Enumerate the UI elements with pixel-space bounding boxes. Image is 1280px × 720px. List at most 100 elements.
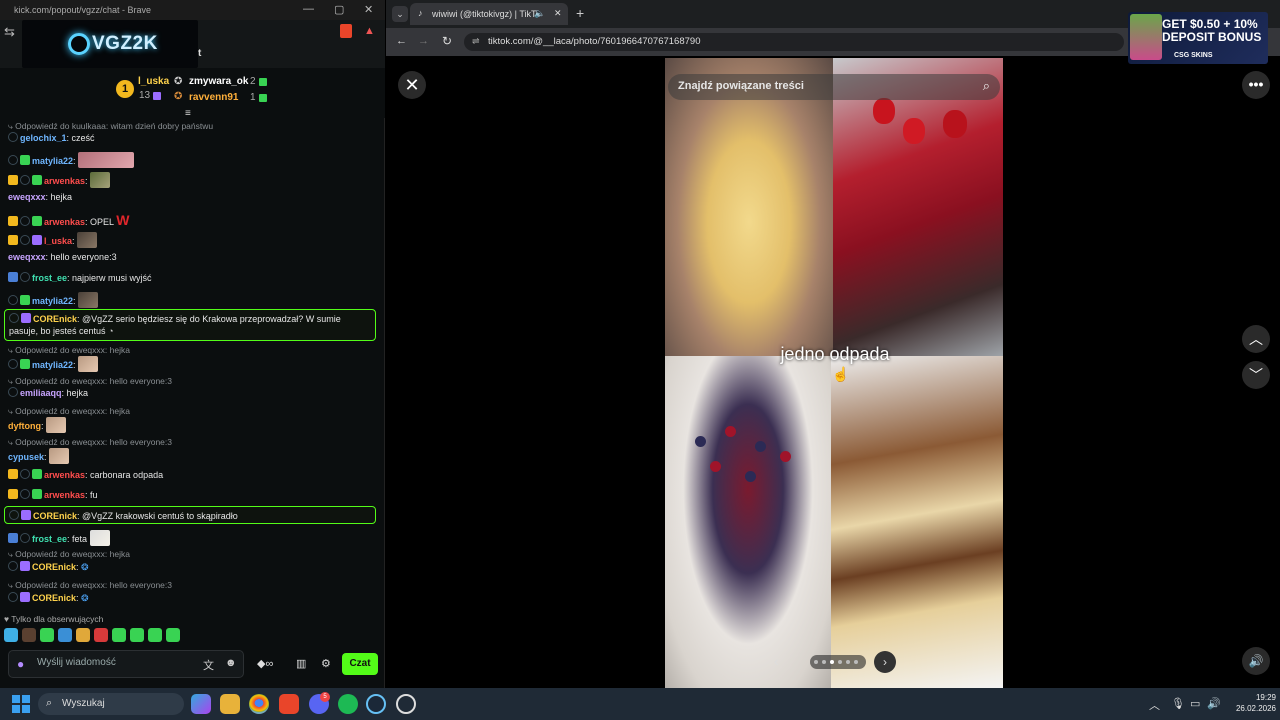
ad-character-image	[1130, 14, 1162, 60]
quick-emote[interactable]	[148, 628, 162, 642]
raspberry	[710, 461, 721, 472]
tab-list-icon[interactable]: ⌄	[392, 6, 408, 22]
blueberry	[695, 436, 706, 447]
new-tab-icon[interactable]: +	[576, 5, 584, 21]
quick-emote-row[interactable]	[4, 628, 204, 644]
tray-chevron-up-icon[interactable]: ︿	[1149, 697, 1160, 713]
tiktok-favicon-icon: ♪	[418, 8, 423, 18]
ad-banner[interactable]: GET $0.50 + 10% DEPOSIT BONUS CSG SKINS	[1128, 12, 1268, 64]
reply-context: ⤷ Odpowiedź do eweqxxx: hejka	[8, 345, 130, 355]
obs-icon[interactable]	[396, 694, 416, 714]
steam-icon[interactable]	[366, 694, 386, 714]
chrome-icon[interactable]	[249, 694, 269, 714]
chat-message: arwenkas: OPEL W	[8, 212, 129, 228]
tray-display-icon[interactable]: ▭	[1190, 697, 1200, 710]
url-text: tiktok.com/@__laca/photo/760196647076716…	[488, 36, 701, 47]
quick-emote[interactable]	[40, 628, 54, 642]
quick-emote[interactable]	[94, 628, 108, 642]
related-search-input[interactable]	[678, 80, 958, 92]
logo-ring-icon	[68, 33, 90, 55]
chat-message: matylia22:	[8, 356, 99, 372]
chevron-up-icon[interactable]: ︿	[1242, 325, 1270, 353]
discord-notification-badge: 5	[320, 692, 330, 702]
file-explorer-icon[interactable]	[220, 694, 240, 714]
chat-input-box[interactable]: ● 文 ☻	[8, 650, 244, 678]
rewards-triangle-icon[interactable]: ▲	[364, 25, 375, 37]
brave-icon[interactable]	[279, 694, 299, 714]
quick-emote[interactable]	[76, 628, 90, 642]
leader-second-count: 2	[250, 76, 256, 87]
red-velvet-cake-photo	[833, 58, 1003, 356]
store-icon[interactable]: ▥	[296, 657, 306, 670]
quick-emote[interactable]	[58, 628, 72, 642]
leader-second-name[interactable]: zmywara_ok	[189, 76, 248, 87]
volume-icon[interactable]: 🔊	[1242, 647, 1270, 675]
close-icon[interactable]: ✕	[398, 71, 426, 99]
tray-mic-icon[interactable]: 🎙	[1171, 697, 1185, 710]
send-chat-button[interactable]: Czat	[342, 653, 378, 675]
photo-pagination-dots[interactable]	[810, 655, 866, 669]
close-window-icon[interactable]: ✕	[364, 3, 373, 16]
ad-line-2: DEPOSIT BONUS	[1162, 30, 1262, 44]
copilot-icon[interactable]	[191, 694, 211, 714]
emoji-icon[interactable]: ☻	[225, 657, 237, 669]
url-field[interactable]: ⇌ tiktok.com/@__laca/photo/7601966470767…	[464, 33, 1124, 51]
channel-logo: VGZ2K	[22, 20, 198, 68]
search-icon[interactable]: ⌕	[983, 78, 990, 94]
taskbar-clock[interactable]: 19:29 26.02.2026	[1222, 692, 1276, 714]
page-dot-active[interactable]	[830, 660, 834, 664]
page-dot[interactable]	[838, 660, 842, 664]
reply-context: ⤷ Odpowiedź do eweqxxx: hejka	[8, 549, 130, 559]
windows-start-icon[interactable]	[12, 695, 30, 713]
emote-image	[78, 356, 99, 372]
quick-emote[interactable]	[4, 628, 18, 642]
strawberry	[903, 118, 925, 144]
chat-message-input[interactable]	[37, 657, 197, 668]
more-icon[interactable]: •••	[1242, 71, 1270, 99]
forward-icon[interactable]: →	[418, 35, 429, 47]
reload-icon[interactable]: ↻	[442, 34, 452, 48]
page-dot[interactable]	[846, 660, 850, 664]
minimize-icon[interactable]: —	[303, 3, 314, 15]
quick-emote[interactable]	[130, 628, 144, 642]
tab-close-icon[interactable]: ✕	[554, 8, 562, 19]
tab-tiktok[interactable]: ♪ wiwiwi (@tiktokivgz) | TikTo 🔈 ✕	[410, 3, 568, 25]
silver-badge-icon: ✪	[174, 76, 183, 87]
page-dot[interactable]	[822, 660, 826, 664]
settings-sliders-icon[interactable]: ⇆	[4, 24, 15, 40]
green-badge-icon	[259, 94, 267, 102]
page-dot[interactable]	[814, 660, 818, 664]
quick-emote[interactable]	[166, 628, 180, 642]
previous-photo-icon[interactable]: ‹	[774, 653, 779, 669]
chat-message-list[interactable]: ⤷ Odpowiedź do kuulkaaa: witam dzień dob…	[0, 118, 380, 608]
leader-third-name[interactable]: ravvenn91	[189, 92, 238, 103]
page-dot[interactable]	[854, 660, 858, 664]
tools-icon[interactable]: ◆∞	[257, 657, 273, 670]
translate-icon[interactable]: 文	[203, 657, 214, 673]
tray-volume-icon[interactable]: 🔊	[1207, 697, 1221, 710]
gear-icon[interactable]: ⚙	[321, 657, 331, 670]
mic-icon[interactable]: ●	[17, 657, 24, 671]
taskbar-search[interactable]: ⌕ Wyszukaj	[38, 693, 184, 715]
chevron-down-icon[interactable]: ﹀	[1242, 361, 1270, 389]
tiramisu-photo	[831, 356, 1003, 688]
bronze-badge-icon: ✪	[174, 91, 183, 102]
chat-message: frost_ee: feta	[8, 530, 110, 546]
back-icon[interactable]: ←	[396, 35, 407, 47]
chat-message: cypusek:	[8, 448, 70, 464]
leader-first-name[interactable]: l_uska	[138, 76, 169, 87]
next-photo-icon[interactable]: ›	[874, 651, 896, 673]
tab-audio-icon[interactable]: 🔈	[534, 8, 545, 19]
related-search-bar[interactable]: ⌕	[668, 74, 1000, 100]
spotify-icon[interactable]	[338, 694, 358, 714]
chat-message: matylia22:	[8, 152, 135, 168]
chat-message: dyftong:	[8, 417, 67, 433]
ad-brand: CSG SKINS	[1174, 52, 1213, 59]
quick-emote[interactable]	[22, 628, 36, 642]
brave-shield-icon[interactable]	[340, 24, 352, 38]
site-info-icon[interactable]: ⇌	[472, 36, 480, 47]
quick-emote[interactable]	[112, 628, 126, 642]
maximize-icon[interactable]: ▢	[334, 3, 344, 16]
clock-time: 19:29	[1255, 693, 1276, 702]
emote-icon: ❂	[81, 593, 89, 603]
